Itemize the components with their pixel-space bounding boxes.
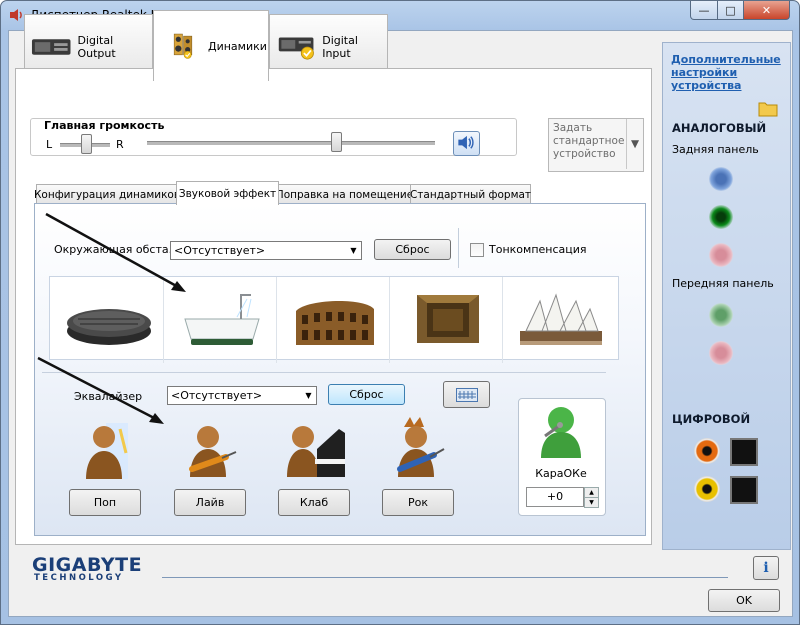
ok-button[interactable]: OK <box>708 589 780 612</box>
tab-sound-effect[interactable]: Звуковой эффект <box>176 181 279 205</box>
connector-panel <box>662 42 791 550</box>
info-icon: i <box>763 560 769 576</box>
gigabyte-logo-subtitle: TECHNOLOGY <box>34 573 124 583</box>
info-button[interactable]: i <box>753 556 779 580</box>
coaxial-output-jack[interactable] <box>694 438 720 464</box>
optical-input-port[interactable] <box>730 476 758 504</box>
coaxial-input-jack[interactable] <box>694 476 720 502</box>
front-pink-jack[interactable] <box>709 341 733 365</box>
spin-down-icon[interactable]: ▼ <box>584 497 599 508</box>
eq-preset-pop-button[interactable]: Поп <box>69 489 141 516</box>
tab-speakers[interactable]: Динамики <box>153 10 269 81</box>
analog-header: АНАЛОГОВЫЙ <box>672 121 767 135</box>
maximize-button[interactable]: □ <box>717 1 744 20</box>
rear-panel-label: Задняя панель <box>672 143 759 156</box>
digital-header: ЦИФРОВОЙ <box>672 412 751 426</box>
rear-green-jack[interactable] <box>709 205 733 229</box>
footer-divider <box>162 577 728 578</box>
eq-preset-rock-button[interactable]: Рок <box>382 489 454 516</box>
front-green-jack[interactable] <box>709 303 733 327</box>
eq-preset-live-button[interactable]: Лайв <box>174 489 246 516</box>
minimize-button[interactable]: — <box>690 1 718 20</box>
advanced-settings-link[interactable]: Дополнительные настройки устройства <box>671 53 783 92</box>
folder-icon[interactable] <box>758 99 778 117</box>
annotation-arrows <box>37 212 186 424</box>
rear-pink-jack[interactable] <box>709 243 733 267</box>
eq-preset-club-button[interactable]: Клаб <box>278 489 350 516</box>
karaoke-pitch-input[interactable]: +0 <box>526 487 584 507</box>
karaoke-label: КараОКе <box>535 467 587 480</box>
optical-output-port[interactable] <box>730 438 758 466</box>
close-button[interactable]: ✕ <box>743 1 790 20</box>
tab-label: Динамики <box>208 39 267 53</box>
rear-blue-jack[interactable] <box>709 167 733 191</box>
front-panel-label: Передняя панель <box>672 277 774 290</box>
speakers-device-icon <box>173 33 193 59</box>
